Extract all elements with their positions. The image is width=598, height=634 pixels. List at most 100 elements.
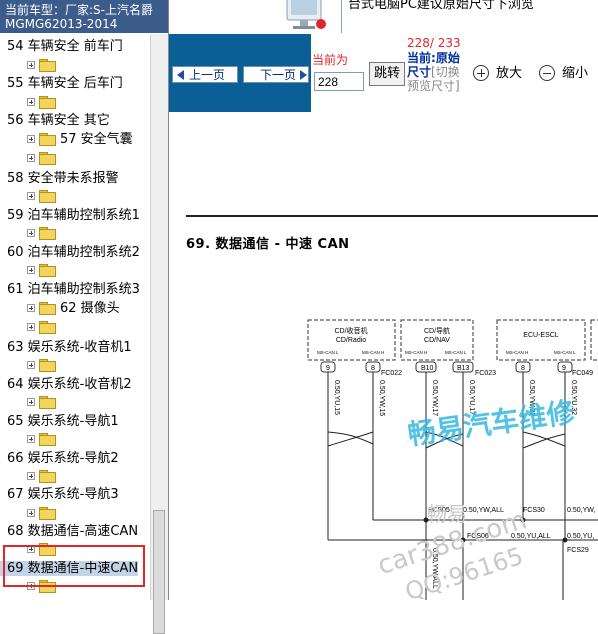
tree-item-label: 65 娱乐系统-导航1 [7, 414, 119, 429]
expand-icon[interactable] [27, 472, 35, 480]
page-nav-area: 上一页 下一页 [169, 34, 311, 112]
tree-item-label: 56 车辆安全 其它 [7, 113, 110, 128]
folder-icon [39, 302, 56, 315]
module-line1: CD/收音机 [334, 326, 367, 335]
expand-icon[interactable] [27, 398, 35, 406]
vehicle-header: 当前车型：厂家:S-上汽名爵MGMG62013-2014 [0, 0, 168, 33]
tree-item-63[interactable]: 63 娱乐系统-收音机1 [0, 338, 132, 357]
tree-item-68[interactable]: 68 数据通信-高速CAN [0, 522, 138, 541]
page-count: 228/ 233 [407, 36, 461, 50]
tree-item-label: 67 娱乐系统-导航3 [7, 487, 119, 502]
tree-item-61[interactable]: 61 泊车辅助控制系统3 [0, 280, 140, 299]
wire-label: 0.50,YU,15 [333, 380, 340, 415]
pin-label: 9 [326, 365, 330, 372]
zoom-out-icon [539, 65, 555, 81]
view-mode-current: 当前: [407, 51, 436, 65]
splice-name: FCS29 [567, 547, 589, 554]
expand-icon[interactable] [27, 98, 35, 106]
folder-icon [39, 396, 56, 409]
viewer-panel: 台式电脑PC建议原始尺寸下浏览 上一页 下一页 当前为 跳转 228/ 233 … [169, 0, 598, 606]
tree-item-55[interactable]: 55 车辆安全 后车门 [0, 74, 123, 93]
expand-icon[interactable] [27, 229, 35, 237]
module-ecu-escl: ECU-ESCL MS-CAN H MS-CAN L [496, 319, 586, 361]
tree-item-54[interactable]: 54 车辆安全 前车门 [0, 37, 123, 56]
folder-icon [39, 359, 56, 372]
folder-icon [39, 227, 56, 240]
splice-name: FCS30 [523, 507, 545, 514]
tree-item-59[interactable]: 59 泊车辅助控制系统1 [0, 206, 140, 225]
tree-item-67[interactable]: 67 娱乐系统-导航3 [0, 485, 119, 504]
expand-icon[interactable] [27, 361, 35, 369]
left-panel: 当前车型：厂家:S-上汽名爵MGMG62013-2014 54 车辆安全 前车门… [0, 0, 169, 634]
next-page-label: 下一页 [260, 68, 297, 82]
module-pin-b: MS-CAN L [554, 350, 576, 355]
tree-item-label: 57 安全气囊 [60, 132, 133, 147]
expand-icon[interactable] [27, 135, 35, 143]
expand-icon[interactable] [27, 266, 35, 274]
wire-label: 0.50,YW,15 [378, 380, 385, 416]
toolbar: 上一页 下一页 当前为 跳转 228/ 233 当前:原始尺寸[切换预览尺寸] … [169, 34, 598, 112]
expand-icon[interactable] [27, 304, 35, 312]
module-pin-b: MS-CAN L [445, 350, 467, 355]
watermark-sub1: 畅易 [427, 502, 467, 526]
zoom-in-label: 放大 [496, 66, 523, 81]
pin-label: B13 [457, 365, 470, 372]
page-number-input[interactable] [314, 72, 364, 91]
prev-page-label: 上一页 [189, 68, 226, 82]
tree-item-66[interactable]: 66 娱乐系统-导航2 [0, 449, 119, 468]
next-page-button[interactable]: 下一页 [243, 66, 309, 83]
module-cd-radio: CD/收音机 CD/Radio MS-CAN L MS-CAN H [307, 319, 396, 361]
tree-scrollbar[interactable] [150, 34, 168, 634]
chapter-tree: 54 车辆安全 前车门 55 车辆安全 后车门 56 车辆安全 其它 57 安全… [0, 34, 150, 600]
top-banner: 台式电脑PC建议原始尺寸下浏览 [277, 0, 598, 34]
tree-item-label: 64 娱乐系统-收音机2 [7, 377, 132, 392]
tree-item-58[interactable]: 58 安全带未系报警 [0, 169, 119, 188]
tree-item-label: 66 娱乐系统-导航2 [7, 451, 119, 466]
expand-icon[interactable] [27, 192, 35, 200]
folder-icon [39, 321, 56, 334]
tree-item-56[interactable]: 56 车辆安全 其它 [0, 111, 110, 130]
expand-icon[interactable] [27, 61, 35, 69]
tree-item-label: 63 娱乐系统-收音机1 [7, 340, 132, 355]
connector-label: FC049 [572, 370, 593, 377]
tree-item-label: 62 摄像头 [60, 301, 120, 316]
arrow-left-icon [177, 70, 184, 80]
module-line1: ECU-ESCL [523, 332, 559, 339]
prev-page-button[interactable]: 上一页 [172, 66, 238, 83]
folder-icon [39, 507, 56, 520]
connector-label: FC023 [475, 370, 496, 377]
scrollbar-thumb[interactable] [153, 510, 165, 634]
folder-icon [39, 152, 56, 165]
expand-icon[interactable] [27, 509, 35, 517]
zoom-in-icon [473, 65, 489, 81]
pin-label: 8 [521, 365, 525, 372]
module-cd-nav: CD/导航 CD/NAV MS-CAN H MS-CAN L [400, 319, 474, 361]
pin-label: B10 [421, 365, 434, 372]
diagram-title: 69. 数据通信 - 中速 CAN [186, 237, 350, 252]
pc-monitor-icon [286, 0, 326, 29]
folder-icon [39, 59, 56, 72]
tree-item-label: 58 安全带未系报警 [7, 171, 119, 186]
tree-item-64[interactable]: 64 娱乐系统-收音机2 [0, 375, 132, 394]
tree-item-label: 59 泊车辅助控制系统1 [7, 208, 140, 223]
module-pin-a: MS-CAN H [506, 350, 528, 355]
tree-item-60[interactable]: 60 泊车辅助控制系统2 [0, 243, 140, 262]
jump-button[interactable]: 跳转 [369, 62, 405, 86]
pin-label: 9 [562, 365, 566, 372]
tree-item-65[interactable]: 65 娱乐系统-导航1 [0, 412, 119, 431]
module-pin-b: MS-CAN H [362, 350, 384, 355]
splice-wire: 0.50,YU, [567, 533, 594, 540]
expand-icon[interactable] [27, 154, 35, 162]
tree-item-label: 61 泊车辅助控制系统3 [7, 282, 140, 297]
tree-item-label: 54 车辆安全 前车门 [7, 39, 123, 54]
banner-text: 台式电脑PC建议原始尺寸下浏览 [341, 0, 598, 33]
folder-icon [39, 133, 56, 146]
expand-icon[interactable] [27, 435, 35, 443]
vehicle-label: 当前车型： [5, 3, 66, 17]
page-separator [186, 215, 598, 217]
folder-icon [39, 96, 56, 109]
pin-label: 8 [371, 365, 375, 372]
expand-icon[interactable] [27, 323, 35, 331]
folder-icon [39, 433, 56, 446]
tree-item-label: 55 车辆安全 后车门 [7, 76, 123, 91]
